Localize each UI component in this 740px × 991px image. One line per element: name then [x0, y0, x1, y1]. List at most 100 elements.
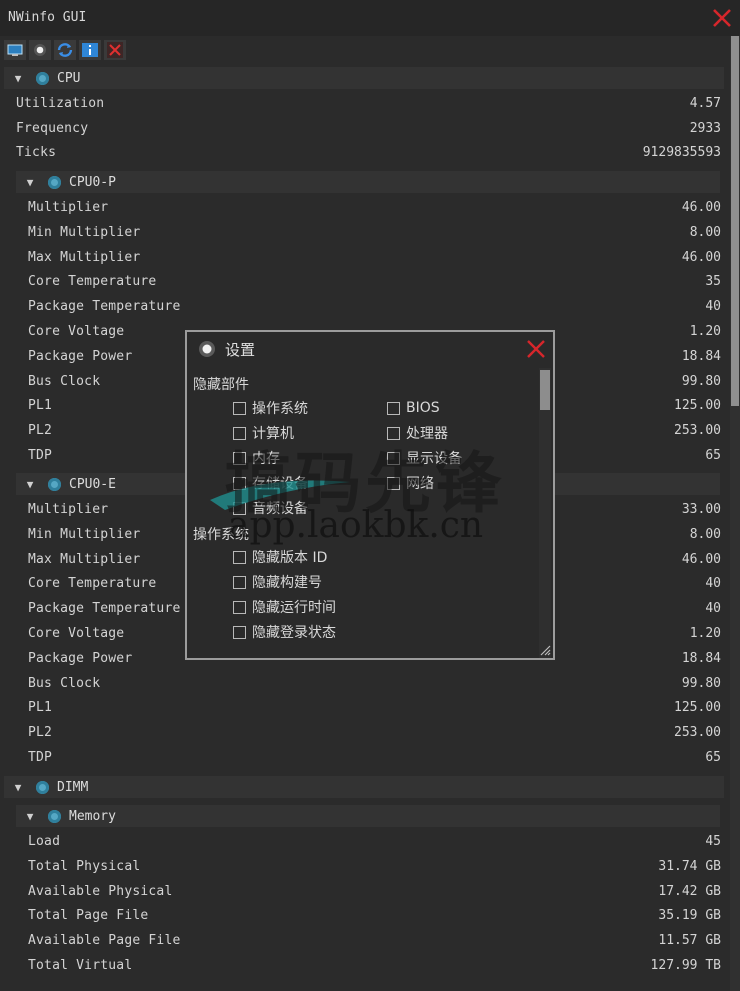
info-row: Utilization 4.57 [16, 96, 721, 116]
core-icon [48, 477, 61, 491]
expand-triangle-icon[interactable]: ▼ [4, 781, 32, 794]
info-key: Bus Clock [28, 675, 101, 691]
checkbox[interactable] [233, 600, 246, 614]
info-key: Total Physical [28, 858, 141, 874]
checkbox-option[interactable]: 操作系统 [233, 398, 308, 418]
info-value: 18.84 [681, 348, 721, 364]
info-value: 2933 [689, 120, 721, 136]
info-key: Utilization [16, 96, 105, 111]
info-value: 253.00 [674, 725, 721, 741]
info-button[interactable] [79, 40, 101, 60]
checkbox-option[interactable]: BIOS [387, 398, 440, 418]
checkbox-option[interactable]: 隐藏构建号 [233, 572, 322, 592]
section-cpu[interactable]: ▼ CPU [4, 67, 724, 89]
info-row: Multiplier 46.00 [28, 200, 721, 220]
dialog-title: 设置 [225, 341, 256, 359]
info-value: 35 [705, 274, 721, 290]
main-scrollbar-thumb[interactable] [731, 36, 739, 406]
section-cpu0-p[interactable]: ▼ CPU0-P [16, 171, 720, 193]
exit-button[interactable] [104, 40, 126, 60]
info-value: 46.00 [681, 200, 721, 215]
info-key: Multiplier [28, 502, 109, 517]
checkbox[interactable] [233, 575, 246, 589]
core-icon [48, 175, 61, 189]
info-key: PL1 [28, 700, 53, 716]
checkbox-option[interactable]: 隐藏登录状态 [233, 622, 336, 642]
section-label: CPU0-E [69, 476, 116, 492]
info-value: 1.20 [689, 324, 721, 339]
group-hide-components: 隐藏部件 [193, 377, 249, 393]
info-key: Bus Clock [28, 373, 101, 389]
info-value: 46.00 [681, 249, 721, 265]
checkbox-option[interactable]: 隐藏版本 ID [233, 547, 327, 567]
section-dimm[interactable]: ▼ DIMM [4, 776, 724, 798]
info-value: 253.00 [674, 423, 721, 439]
monitor-icon [7, 44, 23, 56]
info-value: 31.74 GB [658, 858, 721, 874]
settings-button[interactable] [29, 40, 51, 60]
info-key: Total Page File [28, 908, 149, 924]
info-key: Core Temperature [28, 576, 157, 592]
gear-icon [199, 341, 215, 357]
title-bar: NWinfo GUI [0, 0, 740, 36]
monitor-button[interactable] [4, 40, 26, 60]
info-value: 46.00 [681, 551, 721, 567]
info-key: Max Multiplier [28, 249, 141, 265]
info-key: Ticks [16, 145, 57, 161]
info-row: Total Physical 31.74 GB [28, 859, 721, 879]
memory-icon [48, 809, 61, 823]
expand-triangle-icon[interactable]: ▼ [16, 478, 44, 491]
checkbox[interactable] [233, 625, 246, 639]
info-key: Package Temperature [28, 299, 181, 315]
dialog-scrollbar-thumb[interactable] [540, 370, 550, 410]
expand-triangle-icon[interactable]: ▼ [16, 176, 44, 189]
checkbox-label: 隐藏版本 ID [252, 550, 328, 566]
resize-grip-icon[interactable] [539, 644, 551, 656]
info-row: Frequency 2933 [16, 121, 721, 141]
section-label: DIMM [57, 779, 89, 795]
dialog-scrollbar[interactable] [539, 368, 551, 658]
info-key: Min Multiplier [28, 526, 141, 542]
info-key: Max Multiplier [28, 551, 141, 567]
settings-icon [34, 44, 46, 56]
info-value: 127.99 TB [650, 958, 721, 973]
info-value: 1.20 [689, 626, 721, 641]
close-icon [107, 42, 123, 58]
info-value: 11.57 GB [658, 933, 721, 949]
info-row: Load 45 [28, 834, 721, 854]
info-value: 65 [705, 448, 721, 463]
info-key: Package Power [28, 348, 133, 364]
expand-triangle-icon[interactable]: ▼ [16, 810, 44, 823]
dialog-title-bar: 设置 [187, 332, 553, 366]
info-row: TDP 65 [28, 750, 721, 770]
checkbox-label: 隐藏登录状态 [252, 625, 336, 641]
info-key: Load [28, 834, 61, 849]
checkbox-option[interactable]: 隐藏运行时间 [233, 597, 336, 617]
info-row: Available Page File 11.57 GB [28, 933, 721, 953]
refresh-button[interactable] [54, 40, 76, 60]
info-key: Available Physical [28, 883, 173, 899]
checkbox[interactable] [233, 550, 246, 564]
window-close-icon[interactable] [710, 6, 734, 30]
expand-triangle-icon[interactable]: ▼ [4, 72, 32, 85]
info-value: 45 [705, 834, 721, 849]
checkbox[interactable] [387, 401, 400, 415]
info-key: PL2 [28, 725, 53, 741]
info-key: TDP [28, 448, 53, 463]
info-key: Frequency [16, 120, 89, 136]
info-key: TDP [28, 750, 53, 765]
checkbox-label: 隐藏构建号 [252, 575, 322, 591]
info-value: 8.00 [689, 526, 721, 542]
info-icon [82, 43, 98, 57]
info-value: 4.57 [689, 96, 721, 111]
checkbox-label: BIOS [406, 400, 440, 416]
info-value: 99.80 [681, 675, 721, 691]
dimm-icon [36, 780, 49, 794]
section-memory[interactable]: ▼ Memory [16, 805, 720, 827]
info-row: Min Multiplier 8.00 [28, 225, 721, 245]
info-row: Max Multiplier 46.00 [28, 250, 721, 270]
checkbox[interactable] [233, 401, 246, 415]
dialog-close-icon[interactable] [525, 338, 547, 360]
section-label: Memory [69, 808, 116, 824]
section-label: CPU0-P [69, 174, 116, 190]
